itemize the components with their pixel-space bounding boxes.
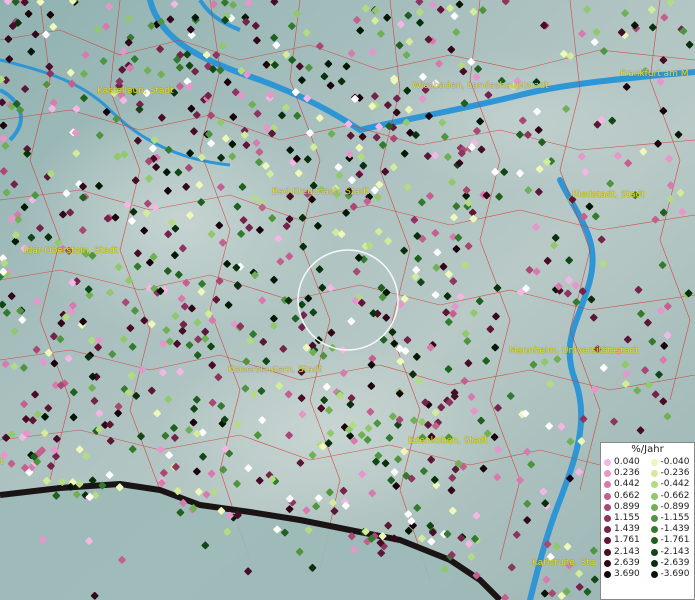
city-label-kastellaun: Kastellaun, Stadt xyxy=(97,86,174,96)
legend-entry-negative: -1.761 xyxy=(648,536,695,545)
legend-entry-negative: -1.155 xyxy=(648,514,695,523)
legend-swatch xyxy=(604,515,611,523)
legend-swatch xyxy=(650,481,658,489)
legend-entry-negative: -0.442 xyxy=(648,480,695,489)
legend-entry-positive: 2.639 xyxy=(601,557,648,568)
legend-swatch xyxy=(604,537,611,545)
legend-title: %/Jahr xyxy=(631,444,664,455)
legend-entry-negative: -2.143 xyxy=(648,546,695,557)
legend-swatch xyxy=(650,459,658,467)
legend-value: 1.761 xyxy=(614,535,640,546)
legend-swatch xyxy=(650,537,658,545)
city-label-kaiserslautern: Kaiserslautern, Stadt xyxy=(228,365,323,375)
legend-entry-positive: 2.143 xyxy=(601,546,648,557)
city-label-edge: t xyxy=(0,457,4,467)
legend-value: -2.143 xyxy=(660,546,690,557)
legend-row: 3.690 -3.690 xyxy=(601,569,694,580)
legend-row: 0.442 -0.442 xyxy=(601,479,694,490)
legend-swatch xyxy=(604,481,611,489)
legend-value: -0.899 xyxy=(660,501,690,512)
legend-value: 2.143 xyxy=(614,546,640,557)
legend-swatch xyxy=(604,492,611,500)
legend-row: 1.439 -1.439 xyxy=(601,524,694,535)
legend-row: 0.899 -0.899 xyxy=(601,502,694,513)
legend-row: 0.662 -0.662 xyxy=(601,491,694,502)
legend-entry-positive: 0.662 xyxy=(601,490,648,501)
legend-value: -0.442 xyxy=(660,479,690,490)
legend-value: -1.155 xyxy=(660,513,690,524)
legend-entry-positive: 3.690 xyxy=(601,568,648,579)
legend-swatch xyxy=(604,559,611,567)
legend-value: -0.040 xyxy=(660,457,690,468)
legend-entry-positive: 0.236 xyxy=(601,469,648,478)
legend-value: 2.639 xyxy=(614,557,640,568)
legend-entry-negative: -0.662 xyxy=(648,490,695,501)
legend-swatch xyxy=(604,470,611,478)
legend-swatch xyxy=(604,503,611,511)
legend-value: -0.662 xyxy=(660,490,690,501)
city-label-frankfurt: Frankfurt am M xyxy=(620,69,689,79)
legend-rows: 0.040 -0.040 0.236 -0.236 0.442 -0.442 0.662 -0… xyxy=(601,457,694,580)
legend-row: 0.040 -0.040 xyxy=(601,457,694,468)
legend-swatch xyxy=(604,526,611,534)
city-label-mannheim: Mannheim, Universitätsstadt xyxy=(509,346,639,356)
city-label-wiesbaden: Wiesbaden, Landeshauptstadt xyxy=(412,81,549,91)
legend-swatch xyxy=(650,470,658,478)
legend-entry-positive: 1.155 xyxy=(601,514,648,523)
legend-swatch xyxy=(650,526,658,534)
legend: %/Jahr 0.040 -0.040 0.236 -0.236 0.442 -0.442… xyxy=(600,442,695,600)
legend-entry-negative: -1.439 xyxy=(648,525,695,534)
city-label-idar-oberstein: Idar-Oberstein, Stadt xyxy=(24,246,119,256)
legend-value: 1.155 xyxy=(614,513,640,524)
legend-row: 0.236 -0.236 xyxy=(601,468,694,479)
city-label-edenkoben: Edenkoben, Stadt xyxy=(408,436,488,446)
legend-value: 3.690 xyxy=(614,568,640,579)
legend-swatch xyxy=(604,548,611,556)
legend-value: 0.442 xyxy=(614,479,640,490)
legend-row: 1.155 -1.155 xyxy=(601,513,694,524)
legend-entry-positive: 0.442 xyxy=(601,480,648,489)
legend-entry-negative: -3.690 xyxy=(648,568,695,579)
legend-entry-positive: 0.040 xyxy=(601,458,648,467)
legend-entry-positive: 1.761 xyxy=(601,536,648,545)
city-label-bad-kreuznach: Bad Kreuznach, Stadt xyxy=(272,187,370,197)
legend-value: 0.662 xyxy=(614,490,640,501)
legend-value: -3.690 xyxy=(660,568,690,579)
legend-swatch xyxy=(650,492,658,500)
legend-entry-negative: -2.639 xyxy=(648,557,695,568)
legend-entry-positive: 0.899 xyxy=(601,501,648,512)
legend-row: 2.143 -2.143 xyxy=(601,547,694,558)
city-label-karlsruhe: Karlsruhe, Sta xyxy=(532,558,596,568)
legend-value: 0.040 xyxy=(614,457,640,468)
legend-value: 1.439 xyxy=(614,524,640,535)
legend-swatch xyxy=(604,459,611,467)
legend-value: -1.439 xyxy=(660,524,690,535)
legend-row: 1.761 -1.761 xyxy=(601,535,694,546)
legend-entry-negative: -0.899 xyxy=(648,501,695,512)
legend-value: 0.236 xyxy=(614,468,640,479)
legend-entry-negative: -0.236 xyxy=(648,469,695,478)
legend-swatch xyxy=(650,559,658,567)
legend-entry-negative: -0.040 xyxy=(648,458,695,467)
legend-value: 0.899 xyxy=(614,501,640,512)
legend-value: -2.639 xyxy=(660,557,690,568)
legend-swatch xyxy=(650,503,658,511)
city-label-riedstadt: Riedstadt, Stadt xyxy=(572,190,645,200)
legend-swatch xyxy=(650,570,658,578)
legend-swatch xyxy=(650,548,658,556)
legend-swatch xyxy=(604,570,611,578)
legend-swatch xyxy=(650,515,658,523)
legend-value: -1.761 xyxy=(660,535,690,546)
legend-value: -0.236 xyxy=(660,468,690,479)
legend-entry-positive: 1.439 xyxy=(601,525,648,534)
legend-row: 2.639 -2.639 xyxy=(601,558,694,569)
